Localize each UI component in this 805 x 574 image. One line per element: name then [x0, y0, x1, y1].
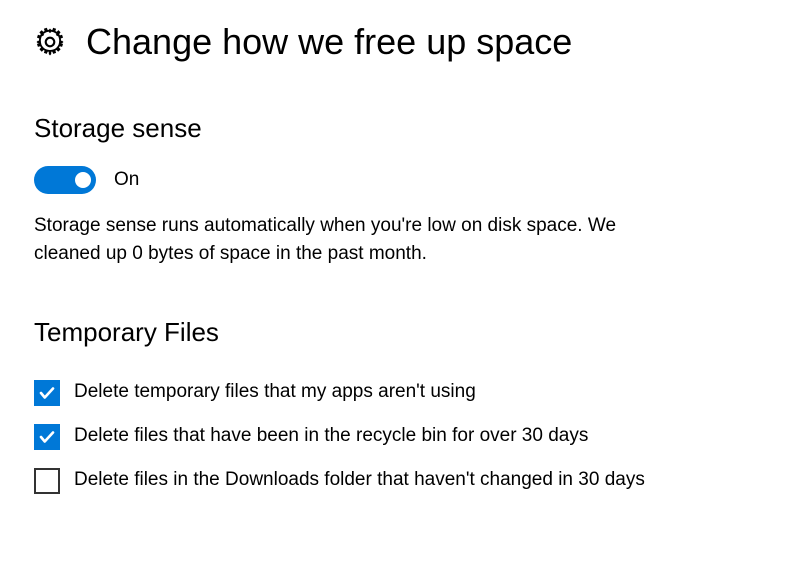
checkbox-delete-recycle-bin[interactable]: [34, 424, 60, 450]
checkbox-row-downloads: Delete files in the Downloads folder tha…: [34, 466, 771, 494]
storage-sense-section: Storage sense On Storage sense runs auto…: [34, 113, 771, 267]
storage-sense-toggle-label: On: [114, 169, 139, 191]
settings-gear-icon: [34, 26, 66, 58]
storage-sense-heading: Storage sense: [34, 113, 771, 144]
checkbox-label-downloads: Delete files in the Downloads folder tha…: [74, 466, 645, 494]
temporary-files-section: Temporary Files Delete temporary files t…: [34, 317, 771, 494]
checkmark-icon: [38, 428, 56, 446]
storage-sense-description: Storage sense runs automatically when yo…: [34, 212, 674, 267]
checkbox-row-temp-apps: Delete temporary files that my apps aren…: [34, 378, 771, 406]
checkbox-delete-downloads[interactable]: [34, 468, 60, 494]
storage-sense-toggle-row: On: [34, 166, 771, 194]
checkmark-icon: [38, 384, 56, 402]
temporary-files-heading: Temporary Files: [34, 317, 771, 348]
checkbox-label-recycle-bin: Delete files that have been in the recyc…: [74, 422, 588, 450]
storage-sense-toggle[interactable]: [34, 166, 96, 194]
toggle-knob: [75, 172, 91, 188]
checkbox-row-recycle-bin: Delete files that have been in the recyc…: [34, 422, 771, 450]
checkbox-label-temp-apps: Delete temporary files that my apps aren…: [74, 378, 476, 406]
page-title: Change how we free up space: [86, 20, 572, 63]
checkbox-delete-temp-apps[interactable]: [34, 380, 60, 406]
page-header: Change how we free up space: [34, 20, 771, 63]
